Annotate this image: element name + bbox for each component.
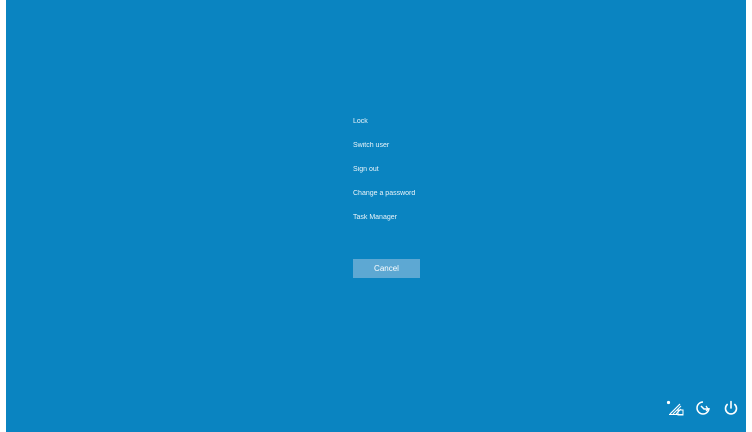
task-manager-option[interactable]: Task Manager bbox=[353, 213, 493, 223]
sign-out-option[interactable]: Sign out bbox=[353, 165, 493, 175]
system-tray bbox=[658, 398, 742, 418]
lock-option[interactable]: Lock bbox=[353, 117, 493, 127]
power-icon bbox=[723, 400, 739, 416]
power-button[interactable] bbox=[720, 398, 742, 418]
network-icon bbox=[666, 400, 684, 416]
switch-user-option[interactable]: Switch user bbox=[353, 141, 493, 151]
change-password-option[interactable]: Change a password bbox=[353, 189, 493, 199]
security-options-menu: Lock Switch user Sign out Change a passw… bbox=[353, 117, 493, 237]
secure-screen: Lock Switch user Sign out Change a passw… bbox=[6, 0, 746, 432]
network-button[interactable] bbox=[664, 398, 686, 418]
ease-of-access-button[interactable] bbox=[692, 398, 714, 418]
ease-of-access-icon bbox=[695, 400, 711, 416]
cancel-button[interactable]: Cancel bbox=[353, 259, 420, 278]
